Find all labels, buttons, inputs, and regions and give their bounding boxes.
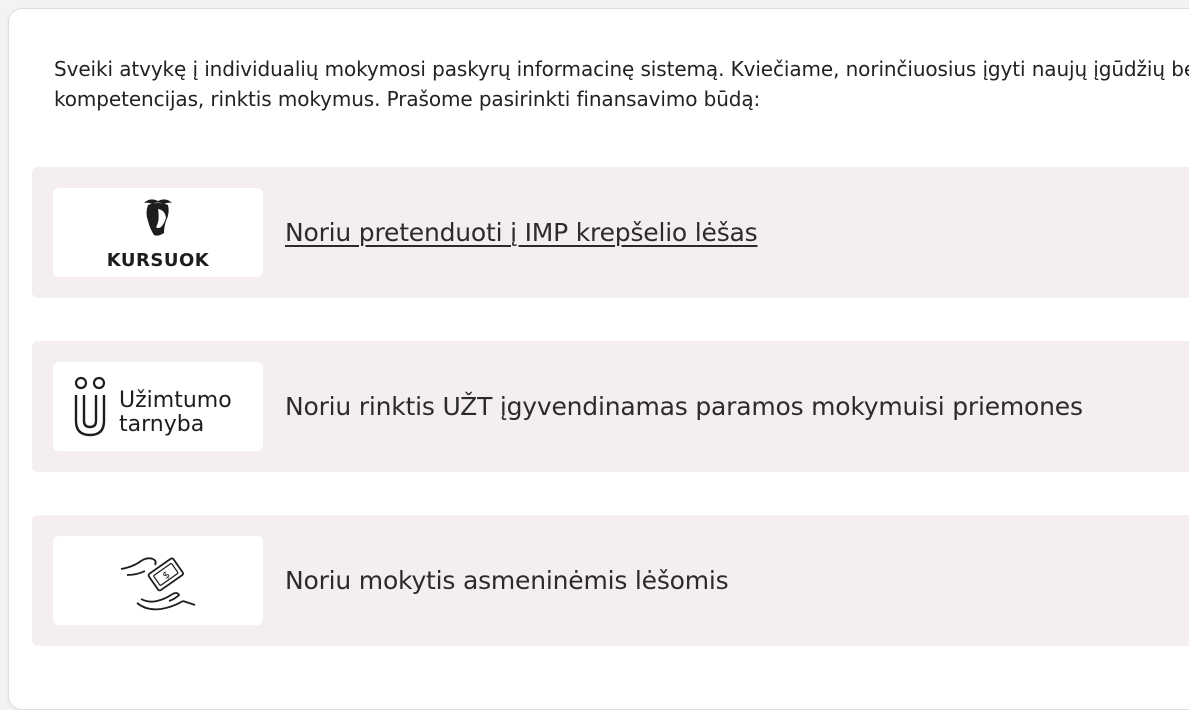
intro-text: Sveiki atvykę į individualių mokymosi pa… (54, 54, 1189, 114)
money-hands-icon: $ (120, 556, 196, 610)
uzt-logo-text-1: Užimtumo (119, 388, 232, 413)
kursuok-logo-text: KURSUOK (107, 250, 210, 271)
kursuok-logo: KURSUOK (53, 188, 263, 277)
uzt-logo-text-2: tarnyba (119, 412, 204, 437)
option-personal-funds[interactable]: $ Noriu mokytis asmeninėmis lėšomis (32, 515, 1189, 646)
option-personal-funds-label[interactable]: Noriu mokytis asmeninėmis lėšomis (285, 566, 729, 595)
intro-line-1: Sveiki atvykę į individualių mokymosi pa… (54, 57, 1189, 81)
option-imp-basket-label[interactable]: Noriu pretenduoti į IMP krepšelio lėšas (285, 218, 758, 247)
intro-line-2: kompetencijas, rinktis mokymus. Prašome … (54, 87, 761, 111)
option-uzt-measures-label[interactable]: Noriu rinktis UŽT įgyvendinamas paramos … (285, 392, 1083, 421)
personal-funds-logo: $ (53, 536, 263, 625)
option-uzt-measures[interactable]: Užimtumo tarnyba Noriu rinktis UŽT įgyve… (32, 341, 1189, 472)
uzt-magnet-icon: Užimtumo tarnyba (74, 376, 232, 437)
uzt-logo: Užimtumo tarnyba (53, 362, 263, 451)
option-imp-basket[interactable]: KURSUOK Noriu pretenduoti į IMP krepšeli… (32, 167, 1189, 298)
kursuok-mascot-icon: KURSUOK (107, 198, 210, 271)
